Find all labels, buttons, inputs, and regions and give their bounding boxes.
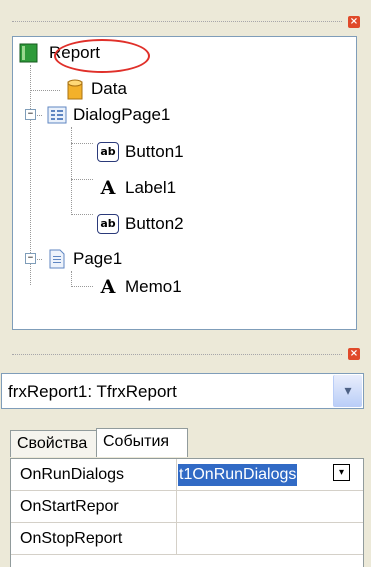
tree-node-button2[interactable]: ab Button2 xyxy=(97,212,184,236)
event-value-cell[interactable] xyxy=(177,491,363,522)
tree-node-page1[interactable]: Page1 xyxy=(47,247,122,271)
tree-node-label: Label1 xyxy=(125,178,177,197)
collapse-page-button[interactable]: − xyxy=(25,253,36,264)
tree-connector xyxy=(71,143,93,144)
close-icon[interactable]: × xyxy=(348,348,360,360)
event-grid: OnRunDialogs t1OnRunDialogs ▾ OnStartRep… xyxy=(10,458,364,567)
tree-connector xyxy=(30,65,31,285)
button-component-icon: ab xyxy=(97,214,119,234)
label-component-icon: A xyxy=(100,177,116,199)
button-component-icon: ab xyxy=(97,142,119,162)
tree-connector xyxy=(30,90,60,91)
event-name: OnStartRepor xyxy=(11,491,177,522)
tree-node-label: Button1 xyxy=(125,142,184,161)
report-icon xyxy=(19,43,39,63)
tree-node-label1[interactable]: A Label1 xyxy=(97,176,176,200)
event-value-input[interactable]: t1OnRunDialogs xyxy=(178,464,298,486)
table-row[interactable]: OnStartRepor xyxy=(11,491,363,523)
tree-node-memo1[interactable]: A Memo1 xyxy=(97,275,182,299)
tab-events[interactable]: События xyxy=(96,428,188,457)
table-row[interactable]: OnStopReport xyxy=(11,523,363,555)
dialog-page-icon xyxy=(47,105,67,125)
object-selector-value: frxReport1: TfrxReport xyxy=(8,382,177,401)
tree-connector xyxy=(71,271,72,287)
tree-node-label: Button2 xyxy=(125,214,184,233)
event-value-cell[interactable]: t1OnRunDialogs ▾ xyxy=(177,459,363,490)
tree-connector xyxy=(71,214,93,215)
object-selector-combo[interactable]: frxReport1: TfrxReport ▾ xyxy=(1,373,364,409)
panel-grip-top[interactable] xyxy=(12,21,342,25)
collapse-dialogpage-button[interactable]: − xyxy=(25,109,36,120)
memo-component-icon: A xyxy=(100,276,116,298)
tree-connector xyxy=(71,127,72,215)
tree-connector xyxy=(71,286,93,287)
tree-node-data[interactable]: Data xyxy=(65,77,127,101)
tree-node-label: DialogPage1 xyxy=(73,105,171,124)
event-value-cell[interactable] xyxy=(177,523,363,554)
report-tree[interactable]: − − Report Data DialogPage1 ab Button1 A… xyxy=(12,36,357,330)
tree-node-label: Page1 xyxy=(73,249,123,268)
tree-node-dialogpage[interactable]: DialogPage1 xyxy=(47,103,170,127)
event-name: OnStopReport xyxy=(11,523,177,554)
report-highlight-annotation xyxy=(54,39,150,73)
close-icon[interactable]: × xyxy=(348,16,360,28)
chevron-down-icon[interactable]: ▾ xyxy=(333,375,362,407)
panel-grip-inspector[interactable] xyxy=(12,354,342,358)
database-icon xyxy=(65,79,85,100)
tree-node-label: Memo1 xyxy=(125,277,182,296)
tree-node-button1[interactable]: ab Button1 xyxy=(97,140,184,164)
dropdown-arrow-icon[interactable]: ▾ xyxy=(333,464,350,481)
tree-connector xyxy=(71,179,93,180)
tab-properties[interactable]: Свойства xyxy=(10,430,110,457)
event-name: OnRunDialogs xyxy=(11,459,177,490)
page-icon xyxy=(47,249,67,269)
table-row[interactable]: OnRunDialogs t1OnRunDialogs ▾ xyxy=(11,459,363,491)
tree-node-label: Data xyxy=(91,79,127,98)
